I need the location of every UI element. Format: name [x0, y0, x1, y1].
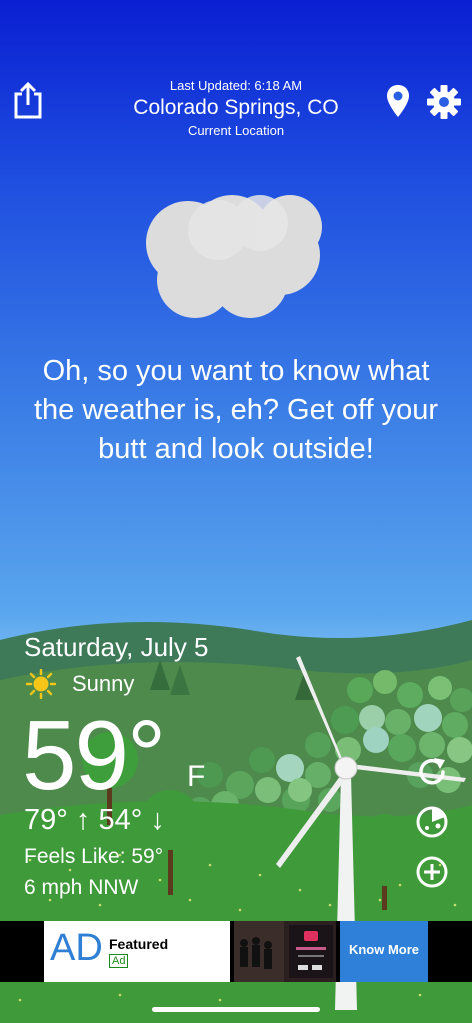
ad-image[interactable]	[234, 921, 336, 982]
ad-banner[interactable]: AD Featured Ad Know More	[0, 921, 472, 982]
location-button[interactable]	[386, 84, 410, 118]
ad-card[interactable]: AD Featured Ad	[44, 921, 230, 982]
radar-button[interactable]	[414, 804, 450, 840]
refresh-icon	[419, 758, 445, 785]
share-icon	[14, 81, 42, 119]
wind-speed: 6 mph NNW	[24, 876, 139, 899]
condition-row: Sunny	[26, 668, 134, 700]
city-name[interactable]: Colorado Springs, CO	[96, 96, 376, 120]
gear-icon	[427, 85, 461, 119]
share-button[interactable]	[12, 80, 44, 120]
ad-logo: AD	[50, 927, 103, 969]
ad-tag: Ad	[109, 954, 129, 968]
radar-icon	[416, 806, 448, 838]
ad-title: Featured	[109, 936, 169, 952]
know-more-button[interactable]: Know More	[340, 921, 428, 982]
ad-thumbnail-image	[234, 921, 336, 982]
condition-label: Sunny	[72, 671, 135, 696]
know-more-label: Know More	[348, 942, 420, 957]
settings-button[interactable]	[426, 84, 462, 120]
refresh-button[interactable]	[414, 754, 450, 790]
high-low-temp: 79° ↑ 54° ↓	[24, 804, 165, 836]
temperature: 59°	[22, 700, 166, 810]
date-label: Saturday, July 5	[24, 632, 209, 662]
add-location-button[interactable]	[414, 854, 450, 890]
top-bar: Last Updated: 6:18 AM Colorado Springs, …	[0, 0, 472, 150]
last-updated-text: Last Updated: 6:18 AM	[169, 78, 303, 93]
snarky-message: Oh, so you want to know what the weather…	[33, 355, 439, 465]
current-location-label: Current Location	[187, 123, 285, 138]
temperature-unit[interactable]: F	[187, 760, 205, 794]
sun-icon	[26, 669, 56, 699]
home-indicator[interactable]	[152, 1007, 320, 1012]
cloud-icon	[146, 195, 322, 318]
feels-like: Feels Like: 59°	[24, 845, 164, 868]
location-pin-icon	[387, 85, 409, 117]
plus-circle-icon	[416, 856, 448, 888]
